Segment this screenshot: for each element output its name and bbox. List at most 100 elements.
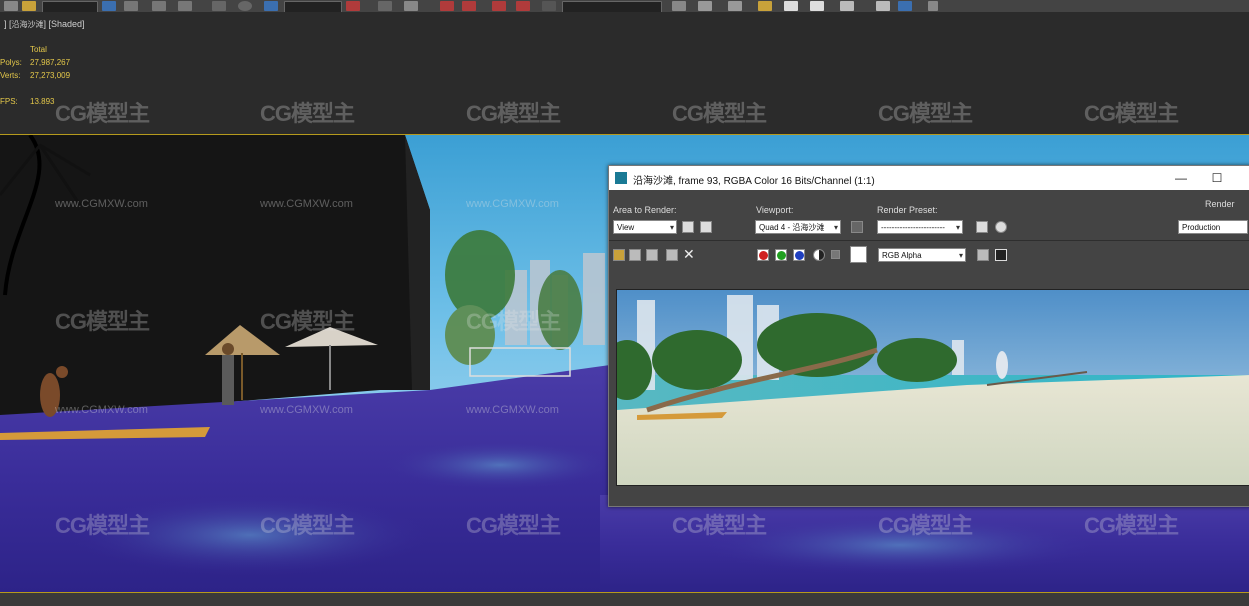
scale-icon[interactable]	[264, 1, 278, 11]
watermark-logo: CG模型主	[55, 309, 150, 334]
stats-verts-value: 27,273,009	[30, 71, 71, 80]
red-channel-toggle[interactable]	[757, 249, 769, 261]
watermark-url: www.CGMXW.com	[55, 404, 148, 416]
watermark-url: www.CGMXW.com	[260, 198, 353, 210]
render-mode-value: Production	[1182, 223, 1221, 232]
lock-icon[interactable]	[851, 221, 863, 233]
clear-icon[interactable]: ✕	[683, 246, 695, 263]
viewport-label-prefix: ] [	[4, 19, 12, 29]
graph-editor-icon[interactable]	[672, 1, 686, 11]
viewport-label[interactable]: ] [沿海沙滩] [Shaded]	[4, 19, 85, 30]
pivot-icon[interactable]	[346, 1, 360, 11]
display-toggle-icon[interactable]	[977, 249, 989, 261]
render-preset-dropdown[interactable]: ------------------------ ▾	[877, 220, 963, 234]
app-logo-icon	[615, 172, 627, 184]
watermark-logo: CG模型主	[260, 309, 355, 334]
clone-window-icon[interactable]	[646, 249, 658, 261]
viewport-label-name: 沿海沙滩	[11, 20, 44, 29]
abc-icon[interactable]	[542, 1, 556, 11]
quick-align-icon[interactable]	[516, 1, 530, 11]
curve-editor-icon[interactable]	[698, 1, 712, 11]
render-production-icon[interactable]	[840, 1, 854, 11]
mirror-icon[interactable]	[440, 1, 454, 11]
rotate-icon[interactable]	[238, 1, 252, 11]
toolbar-overflow-icon[interactable]	[928, 1, 938, 11]
rendered-beach-image	[617, 290, 1249, 485]
active-shade-icon[interactable]	[898, 1, 912, 11]
render-preset-value: ------------------------	[881, 223, 945, 232]
area-to-render-dropdown[interactable]: View ▾	[613, 220, 677, 234]
green-channel-toggle[interactable]	[775, 249, 787, 261]
watermark-logo: CG模型主	[260, 101, 355, 126]
rectangular-selection-icon[interactable]	[152, 1, 166, 11]
render-label: Render	[1205, 199, 1235, 209]
watermark-logo: CG模型主	[466, 309, 561, 334]
save-image-icon[interactable]	[613, 249, 625, 261]
alpha-channel-icon[interactable]	[813, 249, 825, 261]
viewport-label-suffix: ] [Shaded]	[43, 19, 85, 29]
chevron-down-icon: ▾	[958, 251, 963, 260]
rfw-title: 沿海沙滩, frame 93, RGBA Color 16 Bits/Chann…	[633, 176, 875, 187]
schematic-view-icon[interactable]	[728, 1, 742, 11]
environment-icon[interactable]	[995, 221, 1007, 233]
render-mode-dropdown[interactable]: Production	[1178, 220, 1248, 234]
blue-dot-icon	[795, 251, 804, 260]
minimize-button[interactable]: —	[1171, 169, 1191, 187]
stats-polys-value: 27,987,267	[30, 58, 71, 67]
watermark-logo: CG模型主	[260, 513, 355, 538]
window-crossing-icon[interactable]	[178, 1, 192, 11]
render-setup-icon[interactable]	[784, 1, 798, 11]
maximize-button[interactable]: ☐	[1207, 169, 1227, 187]
select-object-icon[interactable]	[102, 1, 116, 11]
watermark-url: www.CGMXW.com	[260, 404, 353, 416]
watermark-url: www.CGMXW.com	[55, 198, 148, 210]
rfw-title-bar[interactable]: 沿海沙滩, frame 93, RGBA Color 16 Bits/Chann…	[609, 166, 1249, 190]
channel-value: RGB Alpha	[882, 251, 922, 260]
watermark-logo: CG模型主	[672, 513, 767, 538]
rendered-frame-window[interactable]: 沿海沙滩, frame 93, RGBA Color 16 Bits/Chann…	[608, 165, 1249, 507]
display-toggle-icon[interactable]	[995, 249, 1007, 261]
select-by-name-icon[interactable]	[124, 1, 138, 11]
watermark-logo: CG模型主	[55, 101, 150, 126]
chevron-down-icon: ▾	[833, 223, 838, 232]
viewport-dropdown[interactable]: Quad 4 - 沿海沙滩 ▾	[755, 220, 841, 234]
align-icon[interactable]	[462, 1, 476, 11]
redo-icon[interactable]	[22, 1, 36, 11]
edit-region-icon[interactable]	[682, 221, 694, 233]
bottom-status-bar	[0, 592, 1249, 606]
named-selection-icon[interactable]	[404, 1, 418, 11]
area-to-render-value: View	[617, 223, 635, 232]
watermark-logo: CG模型主	[672, 101, 767, 126]
watermark-logo: CG模型主	[878, 101, 973, 126]
watermark-url: www.CGMXW.com	[466, 198, 559, 210]
undo-icon[interactable]	[4, 1, 18, 11]
auto-region-icon[interactable]	[700, 221, 712, 233]
color-swatch[interactable]	[850, 246, 867, 263]
stats-verts-key: Verts:	[0, 71, 21, 80]
watermark-logo: CG模型主	[466, 513, 561, 538]
stats-fps-value: 13.893	[30, 97, 55, 106]
watermark-logo: CG模型主	[1084, 101, 1179, 126]
copy-image-icon[interactable]	[629, 249, 641, 261]
watermark-logo: CG模型主	[466, 101, 561, 126]
render-setup-icon[interactable]	[976, 221, 988, 233]
stats-fps-key: FPS:	[0, 97, 18, 106]
red-dot-icon	[759, 251, 768, 260]
chevron-down-icon: ▾	[669, 223, 674, 232]
monochrome-icon[interactable]	[831, 250, 840, 259]
move-icon[interactable]	[212, 1, 226, 11]
render-iterative-icon[interactable]	[876, 1, 890, 11]
blue-channel-toggle[interactable]	[793, 249, 805, 261]
top-viewport[interactable]	[0, 12, 1249, 135]
render-preset-label: Render Preset:	[877, 205, 938, 215]
stats-polys-key: Polys:	[0, 58, 22, 67]
print-icon[interactable]	[666, 249, 678, 261]
align-normal-icon[interactable]	[492, 1, 506, 11]
stats-header: Total	[30, 45, 47, 54]
watermark-logo: CG模型主	[55, 513, 150, 538]
rendered-frame-window-icon[interactable]	[810, 1, 824, 11]
material-editor-icon[interactable]	[758, 1, 772, 11]
viewport-label-text: Viewport:	[756, 205, 794, 215]
channel-dropdown[interactable]: RGB Alpha ▾	[878, 248, 966, 262]
snap-icon[interactable]	[378, 1, 392, 11]
